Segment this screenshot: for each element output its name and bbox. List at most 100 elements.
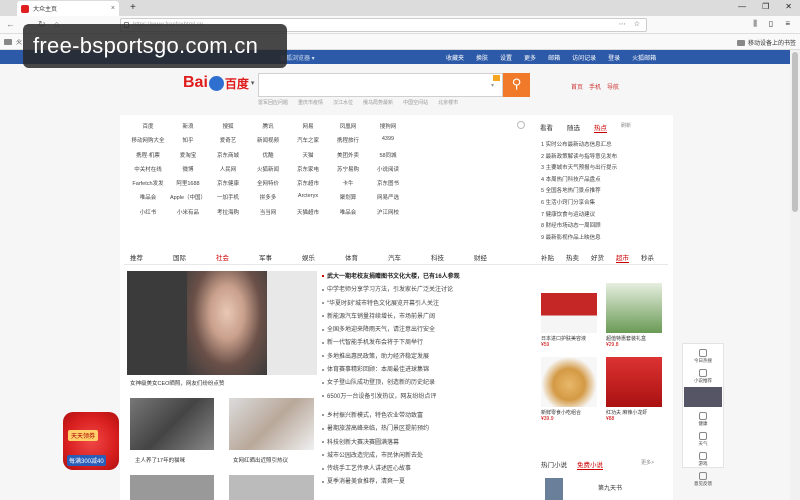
- category-tab[interactable]: 推荐: [130, 252, 173, 262]
- site-link[interactable]: 新浪: [168, 122, 208, 136]
- site-link[interactable]: 微博: [168, 165, 208, 179]
- topnav-item[interactable]: 火狐邮箱: [632, 53, 656, 62]
- site-link[interactable]: 小红书: [128, 208, 168, 222]
- site-link[interactable]: 天猫: [288, 151, 328, 165]
- tab-kankan[interactable]: 看看: [540, 122, 553, 133]
- site-link[interactable]: 京东图书: [368, 179, 408, 193]
- tab-hot-novels[interactable]: 热门小说: [541, 459, 567, 470]
- headline-link[interactable]: 多地推出惠民政策，助力经济稳定发展: [322, 351, 537, 364]
- site-link[interactable]: 爱奇艺: [208, 136, 248, 150]
- headline-link[interactable]: 武大一期老校友捐赠图书文化大楼，已有16人参观: [322, 271, 537, 284]
- site-link[interactable]: 苏宁易购: [328, 165, 368, 179]
- baidu-logo[interactable]: Bai 百度 ▾: [183, 74, 254, 92]
- news-thumbnail[interactable]: [130, 398, 214, 450]
- headline-link[interactable]: 乡村振兴新模式，特色农业带动致富: [322, 410, 537, 423]
- site-link[interactable]: 凤凰网: [328, 122, 368, 136]
- sidebar-ad-image[interactable]: [684, 387, 722, 407]
- headline-link[interactable]: 科技创新大赛决赛圆满落幕: [322, 437, 537, 450]
- star-icon[interactable]: ☆: [634, 19, 640, 31]
- thumbnail-caption[interactable]: 主人养了17年的猫咪: [135, 456, 185, 464]
- category-tab[interactable]: 汽车: [388, 252, 431, 262]
- site-link[interactable]: 美团外卖: [328, 151, 368, 165]
- chevron-down-icon[interactable]: ▾: [251, 79, 255, 87]
- site-link[interactable]: 汽车之家: [288, 136, 328, 150]
- featured-caption[interactable]: 女神级美女CEO晒照，网友们纷纷点赞: [130, 379, 224, 387]
- tab-suixuan[interactable]: 随选: [567, 122, 580, 133]
- sidebar-icon[interactable]: ▯: [769, 19, 773, 29]
- site-link[interactable]: 全网特价: [248, 179, 288, 193]
- headline-link[interactable]: 6500万一台设备引发热议，网友纷纷点评: [322, 391, 537, 404]
- headline-link[interactable]: 体育赛事精彩回顾：本周最佳进球集锦: [322, 364, 537, 377]
- book-title[interactable]: 第九天书: [598, 483, 622, 492]
- sidebar-item[interactable]: 今日热搜: [683, 349, 723, 364]
- hot-news-item[interactable]: 6 生活小窍门分享合集: [541, 198, 671, 210]
- headline-link[interactable]: 新一代智能手机发布会将于下周举行: [322, 337, 537, 350]
- site-link[interactable]: 人民网: [208, 165, 248, 179]
- search-button[interactable]: ⚲: [503, 73, 530, 97]
- topnav-item[interactable]: 换肤: [476, 53, 488, 62]
- bookmark-item[interactable]: 火: [16, 37, 22, 46]
- headline-link[interactable]: 夏季消暑美食推荐，清爽一夏: [322, 476, 537, 489]
- library-icon[interactable]: ⫼: [753, 19, 757, 29]
- site-link[interactable]: 聚划算: [328, 193, 368, 207]
- headline-link[interactable]: 新能源汽车销量持续增长，市场前景广阔: [322, 311, 537, 324]
- headline-link[interactable]: “华夏时刻”城市特色文化展览开幕引人关注: [322, 298, 537, 311]
- browser-tab[interactable]: 大众主页 ×: [17, 1, 119, 16]
- shop-tab[interactable]: 热卖: [566, 252, 579, 263]
- site-link[interactable]: 知乎: [168, 136, 208, 150]
- sidebar-item[interactable]: 小说推荐: [683, 369, 723, 384]
- hot-word-link[interactable]: 汉江水位: [333, 99, 353, 106]
- shop-tab[interactable]: 补贴: [541, 252, 554, 263]
- site-link[interactable]: 沪江网校: [368, 208, 408, 222]
- site-link[interactable]: 唯品会: [128, 193, 168, 207]
- site-link[interactable]: 58同城: [368, 151, 408, 165]
- site-link[interactable]: 网易严选: [368, 193, 408, 207]
- headline-link[interactable]: 传统手工艺传承人讲述匠心故事: [322, 463, 537, 476]
- more-link[interactable]: 更多>: [641, 459, 654, 470]
- category-tab[interactable]: 娱乐: [302, 252, 345, 262]
- site-link[interactable]: 携程·机票: [128, 151, 168, 165]
- site-link[interactable]: 携程旅行: [328, 136, 368, 150]
- hot-word-link[interactable]: 中国空间站: [403, 99, 428, 106]
- headline-link[interactable]: 女子登山队成功登顶，创造新的历史纪录: [322, 377, 537, 390]
- gear-icon[interactable]: [517, 121, 525, 129]
- site-link[interactable]: 腾讯: [248, 122, 288, 136]
- news-thumbnail[interactable]: [130, 475, 214, 500]
- news-thumbnail[interactable]: [229, 475, 314, 500]
- site-link[interactable]: 阿里1688: [168, 179, 208, 193]
- site-link[interactable]: 新闻视频: [248, 136, 288, 150]
- refresh-link[interactable]: 刷新: [621, 122, 631, 133]
- site-link[interactable]: 拼多多: [248, 193, 288, 207]
- site-link[interactable]: 天猫超市: [288, 208, 328, 222]
- hot-word-link[interactable]: 雷军回应问题: [258, 99, 288, 106]
- site-link[interactable]: 小说阅读: [368, 165, 408, 179]
- search-input[interactable]: ▾: [258, 73, 503, 97]
- back-icon[interactable]: ←: [6, 19, 15, 29]
- headline-link[interactable]: 城市公园改造完成，市民休闲新去处: [322, 450, 537, 463]
- topnav-item[interactable]: 收藏夹: [446, 53, 464, 62]
- hot-word-link[interactable]: 重庆市疫情: [298, 99, 323, 106]
- tab-free-novels[interactable]: 免费小说: [577, 459, 603, 470]
- mobile-bookmarks[interactable]: 移动设备上的书签: [748, 38, 796, 47]
- hot-news-item[interactable]: 3 主要城市天气预报与出行提示: [541, 163, 671, 175]
- site-link[interactable]: 搜狗网: [368, 122, 408, 136]
- shop-tab[interactable]: 超市: [616, 252, 629, 263]
- category-tab[interactable]: 社会: [216, 252, 259, 262]
- hot-news-item[interactable]: 8 财经市场动态一周回顾: [541, 221, 671, 233]
- product-card[interactable]: 超值特惠套装礼盒 ¥29.8: [606, 283, 662, 348]
- hot-news-item[interactable]: 9 最新影视作品上映信息: [541, 233, 671, 245]
- site-link[interactable]: Apple（中国）: [168, 193, 208, 207]
- topnav-item[interactable]: 访问记录: [572, 53, 596, 62]
- site-link[interactable]: 唯品会: [328, 208, 368, 222]
- site-link[interactable]: 百度: [128, 122, 168, 136]
- headline-link[interactable]: 暑期旅游高峰来临，热门景区提前预约: [322, 423, 537, 436]
- topnav-item[interactable]: 更多: [524, 53, 536, 62]
- site-link[interactable]: 卡牛: [328, 179, 368, 193]
- sidebar-item[interactable]: 意见反馈: [683, 472, 723, 487]
- site-link[interactable]: 京东商城: [208, 151, 248, 165]
- site-link[interactable]: 火狐新闻: [248, 165, 288, 179]
- hot-news-item[interactable]: 7 健康饮食与运动建议: [541, 210, 671, 222]
- category-tab[interactable]: 财经: [474, 252, 517, 262]
- hamburger-menu-icon[interactable]: ≡: [785, 19, 790, 29]
- site-link[interactable]: 4399: [368, 136, 408, 150]
